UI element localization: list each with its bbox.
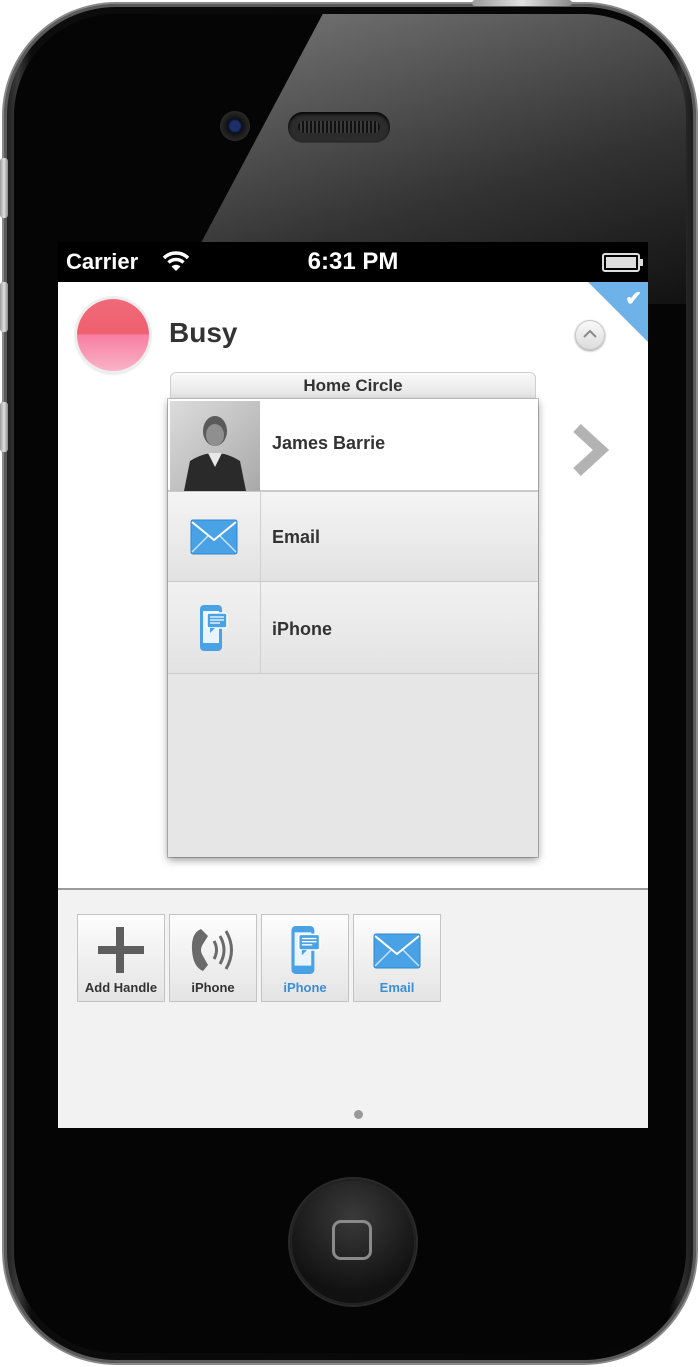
volume-down-button xyxy=(0,402,8,452)
tile-label: iPhone xyxy=(191,980,235,995)
iphone-message-tile[interactable]: iPhone xyxy=(261,914,349,1002)
presence-card: Busy ✔ Home Circle James Barrie Email iP… xyxy=(58,282,648,890)
handle-row-email[interactable]: Email xyxy=(168,492,538,582)
app-screen: Carrier 6:31 PM Busy ✔ Home Circle James… xyxy=(58,242,648,1128)
earpiece-speaker xyxy=(288,112,390,142)
handle-row-iphone[interactable]: iPhone xyxy=(168,582,538,674)
handle-label: Email xyxy=(272,527,321,547)
front-camera xyxy=(220,111,250,141)
mute-switch xyxy=(0,158,8,218)
circle-panel: Home Circle James Barrie Email iPhone xyxy=(168,372,538,857)
clock: 6:31 PM xyxy=(307,248,399,275)
power-button xyxy=(472,0,572,6)
tile-label: Email xyxy=(379,980,415,995)
chevron-up-icon xyxy=(583,329,597,338)
chevron-right-icon xyxy=(573,423,610,477)
checkmark-icon: ✔ xyxy=(625,288,642,310)
status-color-dot[interactable] xyxy=(77,299,149,371)
tile-label: Add Handle xyxy=(84,980,158,995)
contact-name: James Barrie xyxy=(272,433,386,453)
volume-up-button xyxy=(0,282,8,332)
plus-icon xyxy=(98,927,144,973)
add-handle-button[interactable]: Add Handle xyxy=(77,914,165,1002)
page-indicator[interactable] xyxy=(354,1110,363,1119)
email-tile[interactable]: Email xyxy=(353,914,441,1002)
status-bar: Carrier 6:31 PM xyxy=(58,242,648,282)
home-button[interactable] xyxy=(290,1179,416,1305)
circle-name: Home Circle xyxy=(303,376,403,395)
phone-message-icon xyxy=(200,605,228,651)
contact-photo xyxy=(170,401,260,491)
status-title: Busy xyxy=(169,317,238,348)
circle-members: James Barrie Email iPhone xyxy=(168,399,538,857)
next-circle-arrow[interactable] xyxy=(573,422,613,483)
circle-tab[interactable]: Home Circle xyxy=(170,372,536,400)
envelope-icon xyxy=(373,933,421,969)
iphone-call-tile[interactable]: iPhone xyxy=(169,914,257,1002)
handle-icon-cell xyxy=(168,582,261,673)
handle-label: iPhone xyxy=(272,619,333,639)
contact-row[interactable]: James Barrie xyxy=(168,399,538,492)
battery-icon xyxy=(602,253,643,272)
envelope-icon xyxy=(190,519,238,555)
phone-message-icon xyxy=(291,926,321,974)
phone-ring-icon xyxy=(191,929,233,971)
handle-tray: Add Handle iPhone iPhone Email xyxy=(58,890,648,1128)
tile-label: iPhone xyxy=(283,980,327,995)
handle-icon-cell xyxy=(168,492,261,581)
collapse-button[interactable] xyxy=(575,320,605,350)
